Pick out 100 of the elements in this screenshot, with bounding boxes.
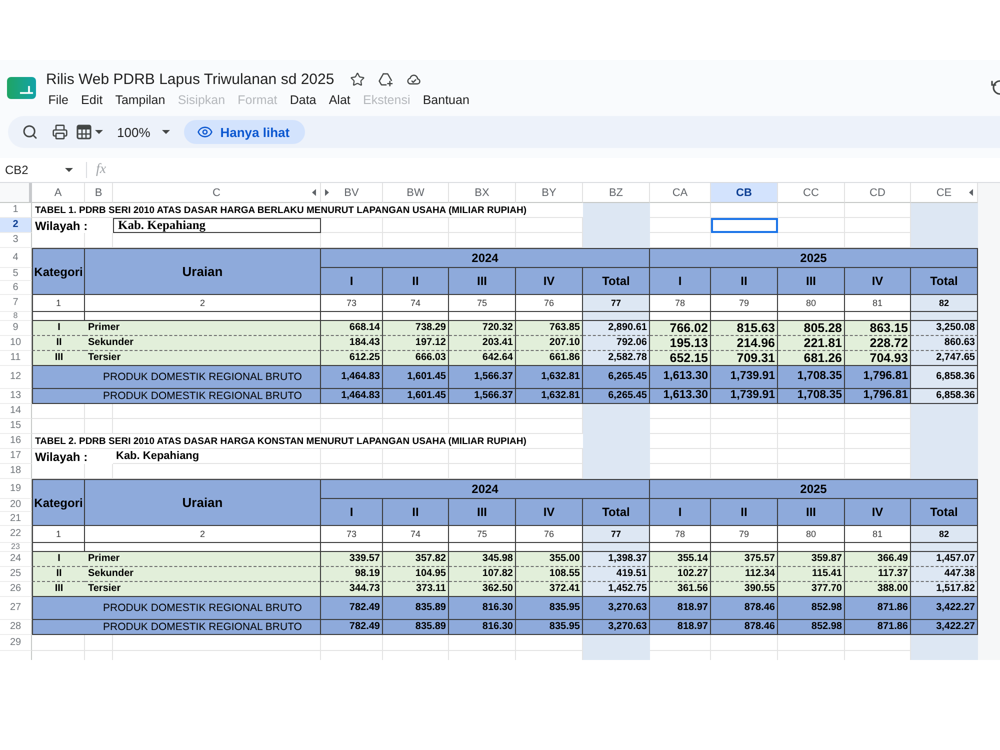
quarter-header-cell: II xyxy=(383,268,449,295)
column-header[interactable]: CB xyxy=(711,183,778,203)
column-number-cell: 1 xyxy=(32,526,85,543)
value-cell: 388.00 xyxy=(845,582,911,597)
row-header[interactable]: 29 xyxy=(0,635,32,651)
value-cell: 1,708.35 xyxy=(778,366,845,389)
value-cell: 98.19 xyxy=(321,567,383,582)
column-header[interactable]: BZ xyxy=(583,183,650,203)
row-header[interactable]: 14 xyxy=(0,404,32,419)
value-cell: 1,566.37 xyxy=(449,366,516,389)
shaded-cell xyxy=(911,464,978,479)
column-header[interactable]: BX xyxy=(449,183,516,203)
column-header[interactable]: CE xyxy=(911,183,978,203)
quarter-header-cell: I xyxy=(321,499,383,526)
value-cell: 390.55 xyxy=(711,582,778,597)
print-icon[interactable] xyxy=(52,124,68,140)
row-header[interactable]: 15 xyxy=(0,419,32,434)
value-cell: 1,566.37 xyxy=(449,389,516,404)
view-mode-button[interactable]: Hanya lihat xyxy=(184,120,305,144)
value-cell: 108.55 xyxy=(516,567,583,582)
zoom-dropdown[interactable]: 100% xyxy=(117,124,170,140)
document-title[interactable]: Rilis Web PDRB Lapus Triwulanan sd 2025 xyxy=(46,70,334,88)
history-icon[interactable] xyxy=(991,79,1000,96)
value-cell: 375.57 xyxy=(711,552,778,567)
row-header[interactable]: 3 xyxy=(0,233,32,248)
table-icon[interactable] xyxy=(76,124,92,140)
column-header[interactable]: CD xyxy=(845,183,911,203)
menu-item[interactable]: File xyxy=(42,90,75,110)
caret-icon xyxy=(162,130,170,134)
row-header[interactable]: 23 xyxy=(0,543,32,552)
value-cell: 195.13 xyxy=(650,336,711,351)
name-box[interactable]: CB2 xyxy=(0,159,84,181)
column-header[interactable]: A xyxy=(32,183,85,203)
row-header[interactable]: 13 xyxy=(0,389,32,404)
value-cell: 860.63 xyxy=(911,336,978,351)
column-header[interactable]: BY xyxy=(516,183,583,203)
value-cell: 863.15 xyxy=(845,321,911,336)
triangle-left-icon[interactable] xyxy=(969,189,973,196)
value-cell: 197.12 xyxy=(383,336,449,351)
row-header[interactable]: 21 xyxy=(0,512,32,526)
triangle-right-icon[interactable] xyxy=(325,189,329,196)
row-header[interactable]: 19 xyxy=(0,479,32,499)
triangle-plus-icon[interactable] xyxy=(378,72,394,86)
column-header[interactable]: C xyxy=(113,183,321,203)
star-icon[interactable] xyxy=(350,72,366,86)
quarter-header-cell: I xyxy=(321,268,383,295)
row-header[interactable]: 11 xyxy=(0,351,32,366)
menu-item[interactable]: Data xyxy=(284,90,323,110)
row-header[interactable]: 27 xyxy=(0,597,32,620)
value-cell: 666.03 xyxy=(383,351,449,366)
menu-item[interactable]: Tampilan xyxy=(108,90,172,110)
row-header[interactable]: 7 xyxy=(0,295,32,312)
row-header[interactable]: 24 xyxy=(0,552,32,567)
value-cell: 3,270.63 xyxy=(583,620,650,635)
column-number-cell: 74 xyxy=(383,526,449,543)
value-cell: 878.46 xyxy=(711,597,778,620)
value-cell: 1,452.75 xyxy=(583,582,650,597)
value-cell: 852.98 xyxy=(778,620,845,635)
column-header[interactable]: B xyxy=(85,183,113,203)
menu-item[interactable]: Alat xyxy=(322,90,357,110)
region-label: Wilayah : xyxy=(34,218,89,233)
column-header[interactable]: BV xyxy=(321,183,383,203)
value-cell: 1,464.83 xyxy=(321,389,383,404)
value-cell: 2,747.65 xyxy=(911,351,978,366)
row-header[interactable]: 12 xyxy=(0,366,32,389)
row-header[interactable]: 22 xyxy=(0,526,32,543)
column-header[interactable]: CC xyxy=(778,183,845,203)
row-header[interactable]: 25 xyxy=(0,567,32,582)
quarter-header-cell: Total xyxy=(911,499,978,526)
triangle-left-icon[interactable] xyxy=(312,189,316,196)
row-header[interactable]: 8 xyxy=(0,312,32,321)
search-icon[interactable] xyxy=(22,124,38,140)
column-number-cell: 77 xyxy=(583,295,650,312)
row-header[interactable]: 5 xyxy=(0,268,32,281)
column-header[interactable]: CA xyxy=(650,183,711,203)
sector-name-cell: Sekunder xyxy=(85,336,321,351)
menu-item[interactable]: Bantuan xyxy=(416,90,476,110)
selected-cell[interactable] xyxy=(711,218,778,233)
row-header[interactable]: 2 xyxy=(0,218,32,233)
row-header[interactable]: 10 xyxy=(0,336,32,351)
year-header-cell: 2024 xyxy=(321,248,650,268)
row-header[interactable]: 17 xyxy=(0,449,32,464)
row-header[interactable]: 20 xyxy=(0,499,32,512)
row-header[interactable]: 9 xyxy=(0,321,32,336)
cloud-check-icon[interactable] xyxy=(406,72,422,86)
row-header[interactable]: 26 xyxy=(0,582,32,597)
row-header[interactable]: 1 xyxy=(0,203,32,218)
value-cell: 1,613.30 xyxy=(650,389,711,404)
row-header[interactable]: 28 xyxy=(0,620,32,635)
row-header[interactable]: 6 xyxy=(0,281,32,295)
category-cell: II xyxy=(32,567,85,582)
spreadsheet-logo-icon[interactable] xyxy=(7,77,36,99)
row-header[interactable]: 16 xyxy=(0,434,32,449)
column-header[interactable]: BW xyxy=(383,183,449,203)
row-header[interactable]: 18 xyxy=(0,464,32,479)
shaded-cell xyxy=(583,233,650,248)
menu-item[interactable]: Edit xyxy=(74,90,109,110)
value-cell: 818.97 xyxy=(650,620,711,635)
row-header[interactable]: 4 xyxy=(0,248,32,268)
header-cell: Uraian xyxy=(85,248,321,295)
